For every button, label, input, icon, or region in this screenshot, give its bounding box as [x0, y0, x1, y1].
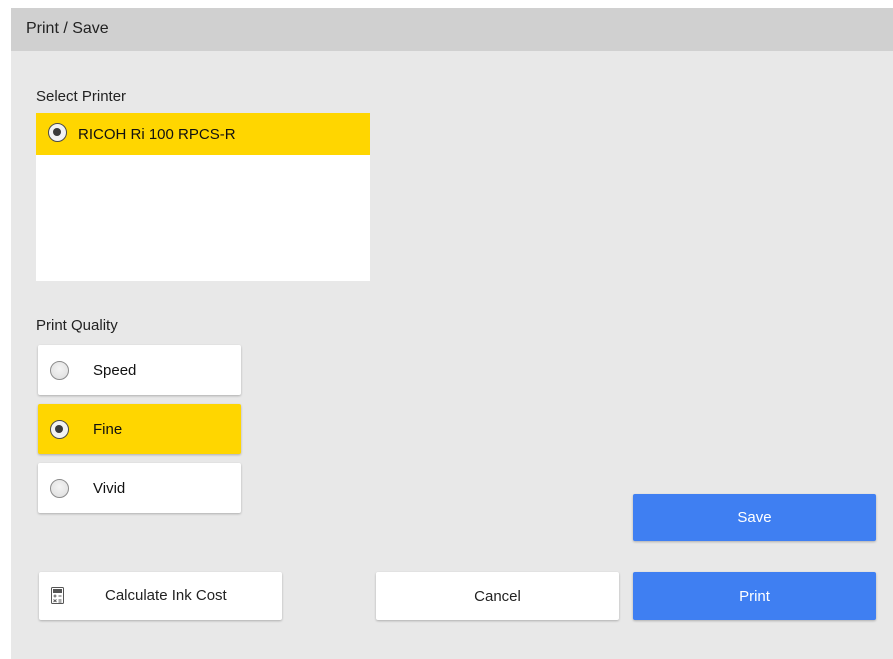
quality-option-fine[interactable]: Fine	[38, 404, 241, 454]
title-bar: Print / Save	[11, 8, 893, 51]
select-printer-label: Select Printer	[36, 88, 127, 105]
cancel-button[interactable]: Cancel	[376, 572, 619, 620]
dialog-title: Print / Save	[26, 20, 109, 37]
calculate-ink-cost-label: Calculate Ink Cost	[105, 587, 227, 604]
quality-option-speed[interactable]: Speed	[38, 345, 241, 395]
save-button[interactable]: Save	[633, 494, 876, 541]
calculator-icon	[51, 587, 64, 604]
save-label: Save	[737, 509, 772, 526]
print-quality-label: Print Quality	[36, 317, 118, 334]
speed-radio[interactable]	[50, 361, 69, 380]
vivid-label: Vivid	[93, 480, 126, 497]
print-label: Print	[739, 587, 770, 605]
quality-option-vivid[interactable]: Vivid	[38, 463, 241, 513]
speed-label: Speed	[93, 362, 137, 379]
cancel-label: Cancel	[474, 587, 521, 605]
vivid-radio[interactable]	[50, 479, 69, 498]
printer-radio-selected[interactable]	[48, 123, 67, 142]
printer-list: RICOH Ri 100 RPCS-R	[36, 113, 370, 281]
printer-name: RICOH Ri 100 RPCS-R	[78, 126, 236, 143]
print-button[interactable]: Print	[633, 572, 876, 620]
calculate-ink-cost-button[interactable]: Calculate Ink Cost	[39, 572, 282, 620]
fine-radio[interactable]	[50, 420, 69, 439]
printer-item[interactable]: RICOH Ri 100 RPCS-R	[36, 113, 370, 155]
print-save-dialog: Print / Save Select Printer RICOH Ri 100…	[11, 8, 893, 659]
fine-label: Fine	[93, 421, 123, 438]
